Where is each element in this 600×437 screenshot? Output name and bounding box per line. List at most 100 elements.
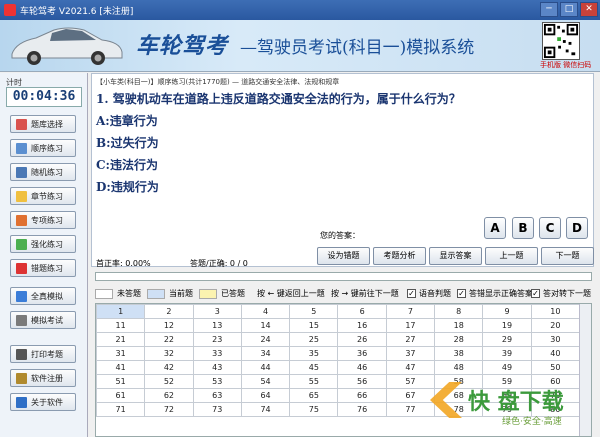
grid-cell[interactable]: 32 — [144, 346, 194, 361]
grid-cell[interactable]: 38 — [434, 346, 484, 361]
option-c[interactable]: C:违法行为 — [96, 156, 158, 173]
voice-judge-checkbox[interactable]: ✓ — [407, 289, 416, 298]
next-question-button[interactable]: 下一题 — [541, 247, 594, 265]
grid-cell[interactable]: 50 — [530, 360, 581, 375]
grid-cell[interactable]: 47 — [385, 360, 436, 375]
option-b[interactable]: B:过失行为 — [96, 134, 159, 151]
nav-chapter-button[interactable]: 章节练习 — [10, 187, 76, 205]
nav-mistakes-button[interactable]: 错题练习 — [10, 259, 76, 277]
grid-cell[interactable]: 5 — [289, 304, 339, 319]
minimize-button[interactable]: ─ — [540, 2, 558, 17]
grid-cell[interactable]: 51 — [96, 374, 146, 389]
grid-cell[interactable]: 3 — [192, 304, 242, 319]
grid-cell[interactable]: 67 — [385, 388, 436, 403]
grid-cell[interactable]: 55 — [289, 374, 339, 389]
grid-cell[interactable]: 52 — [144, 374, 194, 389]
grid-cell[interactable]: 27 — [385, 332, 436, 347]
grid-cell[interactable]: 41 — [96, 360, 146, 375]
grid-cell[interactable]: 23 — [192, 332, 242, 347]
grid-cell[interactable]: 36 — [337, 346, 387, 361]
grid-cell[interactable]: 74 — [240, 402, 291, 417]
grid-cell[interactable]: 39 — [482, 346, 532, 361]
grid-cell[interactable]: 10 — [530, 304, 581, 319]
grid-cell[interactable]: 31 — [96, 346, 146, 361]
grid-cell[interactable]: 66 — [337, 388, 387, 403]
grid-cell[interactable]: 15 — [289, 318, 339, 333]
nav-question-bank-button[interactable]: 题库选择 — [10, 115, 76, 133]
grid-cell[interactable]: 64 — [240, 388, 291, 403]
grid-cell[interactable]: 56 — [337, 374, 387, 389]
grid-cell[interactable]: 61 — [96, 388, 146, 403]
grid-cell[interactable]: 46 — [337, 360, 387, 375]
grid-cell[interactable]: 77 — [385, 402, 436, 417]
show-correct-checkbox[interactable]: ✓ — [457, 289, 466, 298]
grid-cell[interactable]: 54 — [240, 374, 291, 389]
nav-full-simulation-button[interactable]: 全真模拟 — [10, 287, 76, 305]
grid-cell[interactable]: 19 — [482, 318, 532, 333]
grid-cell[interactable]: 30 — [530, 332, 581, 347]
grid-cell[interactable]: 7 — [385, 304, 436, 319]
grid-cell[interactable]: 2 — [144, 304, 194, 319]
grid-cell[interactable]: 29 — [482, 332, 532, 347]
grid-cell[interactable]: 18 — [434, 318, 484, 333]
grid-cell[interactable]: 33 — [192, 346, 242, 361]
nav-print-button[interactable]: 打印考题 — [10, 345, 76, 363]
grid-cell[interactable]: 42 — [144, 360, 194, 375]
grid-cell[interactable]: 12 — [144, 318, 194, 333]
grid-cell[interactable]: 4 — [240, 304, 291, 319]
nav-register-button[interactable]: 软件注册 — [10, 369, 76, 387]
grid-cell[interactable]: 8 — [434, 304, 484, 319]
grid-cell[interactable]: 75 — [289, 402, 339, 417]
nav-mock-exam-button[interactable]: 模拟考试 — [10, 311, 76, 329]
auto-next-checkbox[interactable]: ✓ — [531, 289, 540, 298]
grid-cell[interactable]: 6 — [337, 304, 387, 319]
answer-c-button[interactable]: C — [539, 217, 561, 239]
grid-cell[interactable]: 25 — [289, 332, 339, 347]
maximize-button[interactable]: □ — [560, 2, 578, 17]
grid-cell[interactable]: 35 — [289, 346, 339, 361]
answer-a-button[interactable]: A — [484, 217, 506, 239]
grid-cell[interactable]: 62 — [144, 388, 194, 403]
grid-cell[interactable]: 16 — [337, 318, 387, 333]
grid-cell[interactable]: 76 — [337, 402, 387, 417]
nav-random-button[interactable]: 随机练习 — [10, 163, 76, 181]
grid-cell[interactable]: 73 — [192, 402, 242, 417]
grid-cell[interactable]: 13 — [192, 318, 242, 333]
grid-cell[interactable]: 43 — [192, 360, 242, 375]
analysis-button[interactable]: 考题分析 — [373, 247, 426, 265]
grid-cell[interactable]: 45 — [289, 360, 339, 375]
grid-cell[interactable]: 53 — [192, 374, 242, 389]
nav-about-button[interactable]: 关于软件 — [10, 393, 76, 411]
grid-cell[interactable]: 1 — [96, 304, 146, 319]
grid-cell[interactable]: 11 — [96, 318, 146, 333]
grid-cell[interactable]: 9 — [482, 304, 532, 319]
grid-cell[interactable]: 26 — [337, 332, 387, 347]
mark-wrong-button[interactable]: 设为错题 — [317, 247, 370, 265]
grid-cell[interactable]: 48 — [434, 360, 484, 375]
grid-cell[interactable]: 72 — [144, 402, 194, 417]
prev-question-button[interactable]: 上一题 — [485, 247, 538, 265]
grid-cell[interactable]: 24 — [240, 332, 291, 347]
show-answer-button[interactable]: 显示答案 — [429, 247, 482, 265]
grid-cell[interactable]: 22 — [144, 332, 194, 347]
grid-cell[interactable]: 63 — [192, 388, 242, 403]
grid-cell[interactable]: 20 — [530, 318, 581, 333]
option-a[interactable]: A:违章行为 — [96, 112, 158, 129]
grid-cell[interactable]: 49 — [482, 360, 532, 375]
nav-topic-button[interactable]: 专项练习 — [10, 211, 76, 229]
grid-cell[interactable]: 44 — [240, 360, 291, 375]
answer-d-button[interactable]: D — [566, 217, 588, 239]
grid-cell[interactable]: 37 — [385, 346, 436, 361]
grid-cell[interactable]: 21 — [96, 332, 146, 347]
grid-cell[interactable]: 65 — [289, 388, 339, 403]
grid-cell[interactable]: 14 — [240, 318, 291, 333]
nav-intensive-button[interactable]: 强化练习 — [10, 235, 76, 253]
nav-sequential-button[interactable]: 顺序练习 — [10, 139, 76, 157]
grid-cell[interactable]: 57 — [385, 374, 436, 389]
grid-cell[interactable]: 71 — [96, 402, 146, 417]
grid-cell[interactable]: 40 — [530, 346, 581, 361]
grid-cell[interactable]: 28 — [434, 332, 484, 347]
option-d[interactable]: D:违规行为 — [96, 178, 159, 195]
grid-cell[interactable]: 34 — [240, 346, 291, 361]
answer-b-button[interactable]: B — [512, 217, 534, 239]
